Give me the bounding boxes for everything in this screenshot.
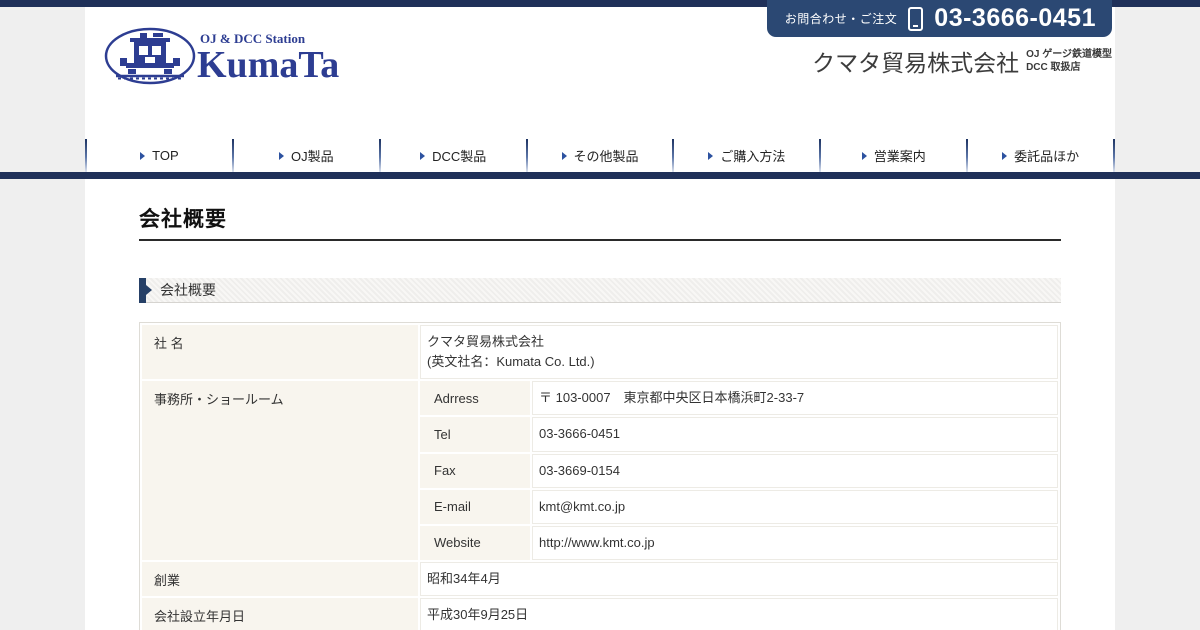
nav-arrow-icon — [278, 151, 284, 160]
office-detail-group: Adrress 〒 103-0007 東京都中央区日本橋浜町2-33-7 Tel… — [420, 381, 1058, 560]
nav-arrow-icon — [420, 151, 426, 160]
sub-row-label: E-mail — [420, 489, 530, 524]
loco-window — [139, 46, 148, 55]
company-info-table: 社 名 クマタ貿易株式会社 (英文社名：Kumata Co. Ltd.) 事務所… — [139, 322, 1061, 630]
company-tagline: OJ ゲージ鉄道模型 DCC 取扱店 — [1026, 48, 1112, 75]
section-marker-icon — [139, 277, 152, 303]
nav-item-consignment[interactable]: 委託品ほか — [968, 139, 1113, 172]
contact-label: お問合わせ・ご注文 — [784, 12, 898, 26]
sub-row-label: Fax — [420, 453, 530, 488]
tagline-line1: OJ ゲージ鉄道模型 — [1026, 48, 1112, 60]
nav-arrow-icon — [1002, 151, 1008, 160]
nav-item-business-info[interactable]: 営業案内 — [821, 139, 966, 172]
phone-number: 03-3666-0451 — [934, 4, 1096, 32]
nav-item-other-products[interactable]: その他製品 — [528, 139, 673, 172]
nav-item-how-to-buy[interactable]: ご購入方法 — [674, 139, 819, 172]
nav-item-label: DCC製品 — [432, 149, 487, 164]
nav-arrow-icon — [561, 151, 567, 160]
nav-item-label: その他製品 — [573, 149, 639, 164]
company-name: クマタ貿易株式会社 — [812, 50, 1020, 76]
table-sub-row: E-mail kmt@kmt.co.jp — [420, 489, 1058, 524]
email-value: kmt@kmt.co.jp — [532, 489, 1058, 524]
founded-value: 昭和34年4月 — [420, 561, 1058, 597]
company-english-name: (英文社名：Kumata Co. Ltd.) — [427, 354, 595, 370]
sub-row-label: Website — [420, 525, 530, 560]
nav-arrow-icon — [861, 151, 867, 160]
table-row: 創業 昭和34年4月 — [142, 561, 1058, 597]
table-row: 事務所・ショールーム Adrress 〒 103-0007 東京都中央区日本橋浜… — [142, 381, 1058, 560]
table-row: 会社設立年月日 平成30年9月25日 — [142, 598, 1058, 630]
nav-arrow-icon — [140, 151, 146, 160]
row-label: 事務所・ショールーム — [142, 381, 418, 560]
row-value: クマタ貿易株式会社 (英文社名：Kumata Co. Ltd.) — [420, 325, 1058, 380]
table-sub-row: Tel 03-3666-0451 — [420, 417, 1058, 452]
page-title: 会社概要 — [139, 203, 1061, 241]
nav-item-label: 委託品ほか — [1014, 149, 1080, 164]
row-label: 会社設立年月日 — [142, 598, 418, 630]
company-legal-name: クマタ貿易株式会社 — [427, 334, 545, 349]
logo-graphic: OJ & DCC Station KumaTa — [104, 27, 339, 86]
page-container: OJ & DCC Station KumaTa お問合わせ・ご注文 03-366… — [0, 0, 1200, 630]
established-value: 平成30年9月25日 — [420, 598, 1058, 630]
nav-separator — [1113, 139, 1116, 172]
mobile-phone-icon — [908, 6, 924, 31]
section-title: 会社概要 — [160, 282, 216, 298]
fax-value: 03-3669-0154 — [532, 453, 1058, 488]
company-name-line: クマタ貿易株式会社 OJ ゲージ鉄道模型 DCC 取扱店 — [812, 44, 1112, 78]
section-header: 会社概要 — [139, 277, 1061, 303]
main-nav: TOP OJ製品 DCC製品 その他製品 ご購入方法 営業案内 委託品ほか — [85, 139, 1116, 172]
main-content: 会社概要 会社概要 社 名 クマタ貿易株式会社 (英文社名：Kumata Co.… — [85, 179, 1115, 630]
nav-item-label: ご購入方法 — [720, 149, 786, 164]
nav-item-oj-products[interactable]: OJ製品 — [234, 139, 379, 172]
tel-value: 03-3666-0451 — [532, 417, 1058, 452]
nav-item-top[interactable]: TOP — [87, 139, 232, 172]
nav-item-label: 営業案内 — [873, 149, 926, 164]
row-label: 社 名 — [142, 325, 418, 380]
nav-item-label: TOP — [152, 148, 179, 163]
sub-row-label: Adrress — [420, 381, 530, 416]
nav-divider-bar — [0, 172, 1200, 179]
table-sub-row: Website http://www.kmt.co.jp — [420, 525, 1058, 560]
website-value: http://www.kmt.co.jp — [532, 525, 1058, 560]
address-value: 〒 103-0007 東京都中央区日本橋浜町2-33-7 — [532, 381, 1058, 416]
logo-name-text: KumaTa — [197, 44, 339, 86]
sub-row-label: Tel — [420, 417, 530, 452]
table-sub-row: Adrress 〒 103-0007 東京都中央区日本橋浜町2-33-7 — [420, 381, 1058, 416]
site-header: OJ & DCC Station KumaTa お問合わせ・ご注文 03-366… — [0, 0, 1200, 179]
nav-item-label: OJ製品 — [290, 149, 334, 164]
nav-item-dcc-products[interactable]: DCC製品 — [381, 139, 526, 172]
table-row: 社 名 クマタ貿易株式会社 (英文社名：Kumata Co. Ltd.) — [142, 325, 1058, 380]
table-sub-row: Fax 03-3669-0154 — [420, 453, 1058, 488]
row-label: 創業 — [142, 561, 418, 597]
logo[interactable]: OJ & DCC Station KumaTa — [102, 26, 340, 91]
nav-arrow-icon — [708, 151, 714, 160]
contact-phone-badge[interactable]: お問合わせ・ご注文 03-3666-0451 — [766, 0, 1112, 37]
steam-locomotive-icon — [120, 33, 180, 74]
tagline-line2: DCC 取扱店 — [1026, 62, 1081, 73]
loco-window — [152, 46, 161, 55]
loco-door — [145, 57, 155, 63]
